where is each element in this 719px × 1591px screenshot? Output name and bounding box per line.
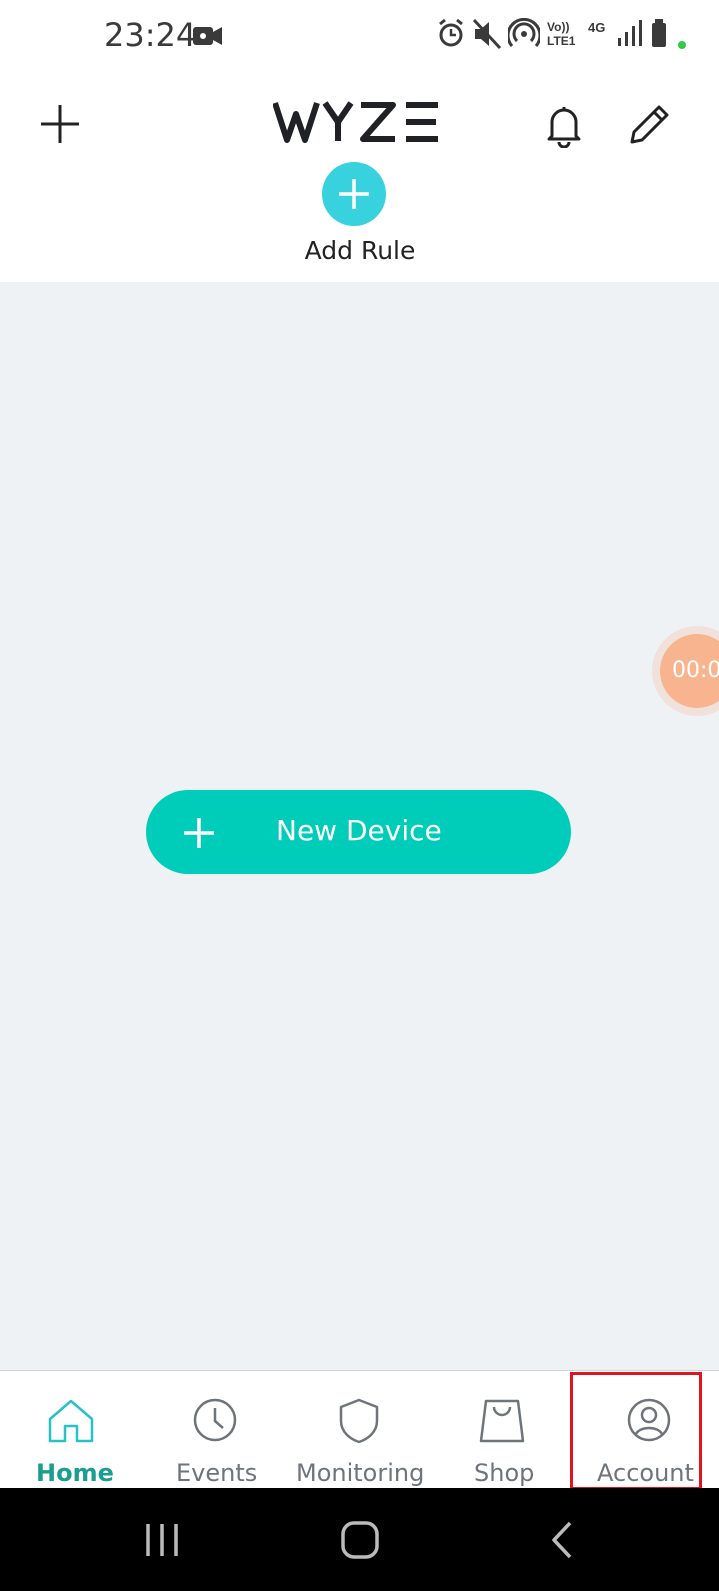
add-rule-button[interactable] (322, 162, 386, 226)
tab-home[interactable]: Home (0, 1371, 142, 1489)
system-nav-bar (0, 1488, 719, 1591)
timer-text: 00:0 (672, 658, 719, 683)
clock-icon (193, 1398, 237, 1442)
volte-icon: Vo)) LTE1 (547, 20, 576, 48)
back-icon[interactable] (548, 1520, 576, 1560)
shopping-bag-icon (479, 1399, 525, 1443)
alarm-icon (439, 18, 463, 47)
tab-events[interactable]: Events (142, 1371, 286, 1489)
edit-pencil-icon[interactable] (626, 102, 672, 148)
add-rule-label: Add Rule (304, 236, 416, 265)
recent-apps-icon[interactable] (144, 1522, 180, 1558)
shield-icon (339, 1398, 379, 1444)
bell-icon[interactable] (544, 102, 584, 148)
signal-icon (618, 20, 642, 46)
battery-icon (652, 19, 686, 49)
plus-icon (339, 179, 369, 209)
status-time: 23:24 (104, 16, 197, 54)
tab-events-label: Events (176, 1459, 258, 1487)
tab-monitoring-label: Monitoring (296, 1459, 425, 1487)
tab-home-label: Home (36, 1459, 114, 1487)
hotspot-icon (508, 18, 540, 47)
status-bar: 23:24 Vo)) LTE1 4G (0, 0, 719, 72)
wyze-logo (273, 101, 438, 143)
plus-icon (184, 818, 214, 848)
tab-shop-label: Shop (474, 1459, 535, 1487)
home-button-icon[interactable] (340, 1520, 380, 1560)
mute-icon (472, 18, 502, 50)
new-device-button[interactable]: New Device (146, 790, 571, 874)
home-icon (48, 1399, 94, 1443)
account-highlight-box (570, 1372, 702, 1490)
tab-monitoring[interactable]: Monitoring (286, 1371, 436, 1489)
4g-icon: 4G (588, 20, 606, 35)
video-recording-icon (193, 27, 222, 45)
tab-shop[interactable]: Shop (436, 1371, 570, 1489)
add-icon[interactable] (38, 102, 82, 146)
new-device-label: New Device (276, 814, 442, 847)
